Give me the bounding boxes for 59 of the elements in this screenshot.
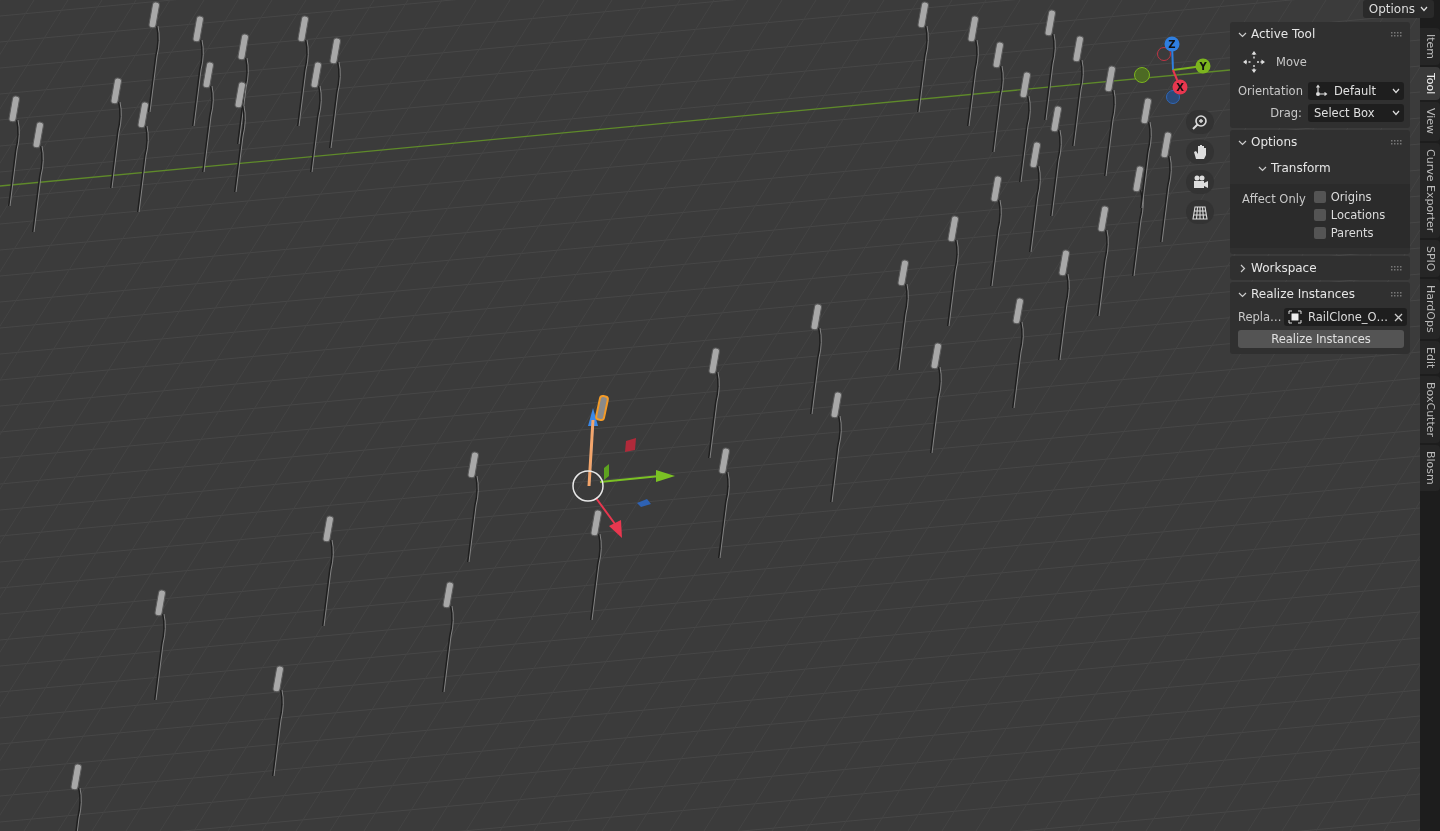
axis-label: Z: [1168, 39, 1176, 50]
panel-header[interactable]: Active Tool: [1230, 22, 1410, 46]
checkbox-option[interactable]: Parents: [1313, 226, 1386, 240]
field-label: Affect Only: [1242, 191, 1306, 208]
panel-title: Options: [1251, 135, 1299, 149]
caret-icon: [1392, 110, 1400, 116]
checkbox[interactable]: [1313, 209, 1326, 221]
viewport-grid-button[interactable]: [1186, 200, 1214, 224]
sidebar-tab[interactable]: Item: [1420, 28, 1440, 66]
chevron-right-icon: [1238, 263, 1247, 273]
checkbox-option[interactable]: Origins: [1313, 190, 1386, 204]
object-name: RailClone_O…: [1308, 310, 1389, 324]
subpanel-header[interactable]: Transform: [1238, 156, 1404, 180]
checkbox[interactable]: [1313, 191, 1326, 203]
sidebar-tab[interactable]: View: [1420, 102, 1440, 141]
drag-handle-icon: [1391, 31, 1402, 37]
options-dropdown[interactable]: Options: [1362, 0, 1434, 18]
sidebar-tab[interactable]: SPIO: [1420, 239, 1440, 278]
panel-title: Realize Instances: [1251, 287, 1356, 301]
panel-header[interactable]: Options: [1230, 130, 1410, 154]
drag-handle-icon: [1391, 139, 1402, 145]
tool-name: Move: [1276, 55, 1307, 69]
field-label: Orientation: [1238, 84, 1302, 98]
checkbox[interactable]: [1313, 227, 1326, 239]
zoom-icon: [1191, 113, 1209, 131]
viewport-camera-button[interactable]: [1186, 170, 1214, 194]
panel-header[interactable]: Realize Instances: [1230, 282, 1410, 306]
close-icon: [1394, 312, 1404, 322]
sidebar-tab[interactable]: Blosm: [1420, 445, 1440, 492]
hand-icon: [1191, 143, 1209, 161]
caret-icon: [1420, 6, 1428, 12]
drag-handle-icon: [1391, 265, 1402, 271]
panel-header[interactable]: Workspace: [1230, 256, 1410, 280]
subpanel-title: Transform: [1271, 161, 1332, 175]
object-icon: [1288, 310, 1302, 324]
pivot-icon: [1314, 84, 1328, 98]
sidebar-tab[interactable]: Edit: [1420, 341, 1440, 375]
viewport-hand-button[interactable]: [1186, 140, 1214, 164]
sidebar-tab[interactable]: BoxCutter: [1420, 376, 1440, 444]
dropdown[interactable]: Select Box: [1308, 104, 1404, 122]
field-label: Drag:: [1269, 106, 1302, 120]
drag-handle-icon: [1391, 291, 1402, 297]
move-arrows-icon: [1242, 50, 1266, 74]
sidebar-tab[interactable]: Tool: [1420, 67, 1440, 101]
camera-icon: [1191, 173, 1209, 191]
axis-label: X: [1176, 82, 1184, 93]
sidebar-tab[interactable]: Curve Exporter: [1420, 142, 1440, 238]
viewport-zoom-button[interactable]: [1186, 110, 1214, 134]
clear-button[interactable]: [1394, 312, 1404, 322]
dropdown[interactable]: Default: [1308, 82, 1404, 100]
caret-icon: [1392, 88, 1400, 94]
axis-label: Y: [1199, 61, 1207, 72]
realize-instances-button[interactable]: Realize Instances: [1238, 330, 1404, 348]
checkbox-option[interactable]: Locations: [1313, 208, 1386, 222]
panel-title: Workspace: [1251, 261, 1318, 275]
grid-icon: [1191, 203, 1209, 221]
sidebar-tab[interactable]: HardOps: [1420, 279, 1440, 339]
object-field[interactable]: RailClone_O…: [1284, 308, 1408, 326]
panel-title: Active Tool: [1251, 27, 1317, 41]
